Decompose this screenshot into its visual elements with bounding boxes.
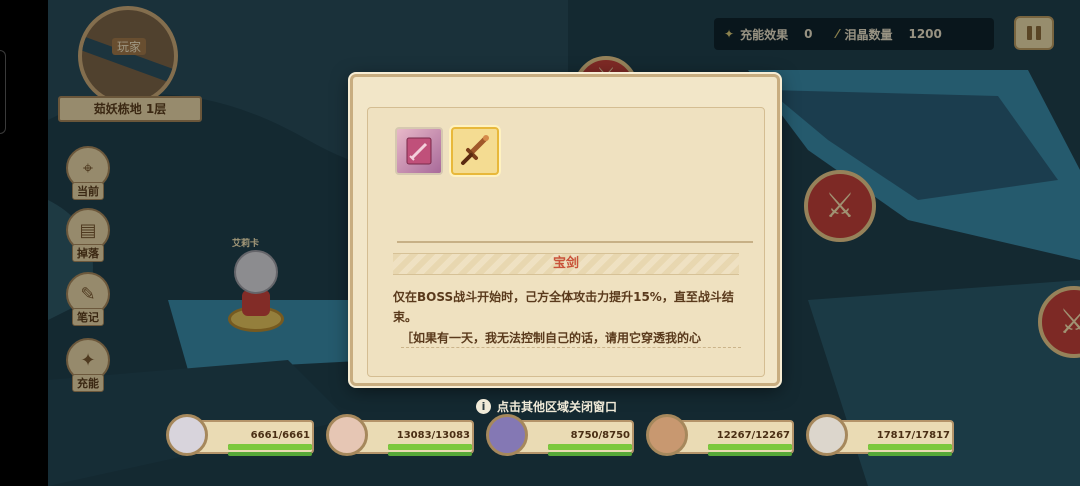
party-member-avatar (806, 414, 848, 456)
party-member-avatar (166, 414, 208, 456)
dialog-divider (397, 241, 753, 243)
party-member-hp: 8750/8750 (570, 430, 630, 441)
energy-bar-fill (708, 452, 792, 456)
item-flavor-text: ［如果有一天，我无法控制自己的话，请用它穿透我的心 (401, 329, 741, 348)
game-view: ⚔ ⚔ ⚔ 艾莉卡 玩家 茹妖栋地 1层 ⌖ 当前 ▤ 掉落 ✎ 笔记 ✦ 充能 (48, 0, 1080, 486)
party-member-hp: 6661/6661 (250, 430, 310, 441)
info-icon: i (476, 398, 491, 414)
screen-edge (0, 0, 48, 486)
party-member[interactable]: 12267/12267 (646, 414, 796, 458)
hp-bar-fill (548, 444, 632, 450)
close-hint-text: 点击其他区域关闭窗口 (497, 399, 618, 414)
hp-bar-fill (708, 444, 792, 450)
spellbook-icon (406, 137, 432, 165)
item-title: 宝剑 (393, 253, 739, 275)
energy-bar-fill (868, 452, 952, 456)
hp-bar-fill (388, 444, 472, 450)
energy-bar-fill (548, 452, 632, 456)
party-member-hp: 12267/12267 (716, 430, 790, 441)
energy-bar (868, 452, 952, 456)
party-member[interactable]: 6661/6661 (166, 414, 316, 458)
sword-item-slot[interactable] (451, 127, 499, 175)
energy-bar (708, 452, 792, 456)
energy-bar (388, 452, 472, 456)
hp-bar-fill (228, 444, 312, 450)
hp-bar (388, 444, 472, 450)
hp-bar (868, 444, 952, 450)
book-item-slot[interactable] (395, 127, 443, 175)
hp-bar-fill (868, 444, 952, 450)
party-member-avatar (486, 414, 528, 456)
party-member[interactable]: 13083/13083 (326, 414, 476, 458)
notch (0, 50, 6, 134)
party-member-avatar (646, 414, 688, 456)
party-member-hp: 13083/13083 (396, 430, 470, 441)
party-member-hp: 17817/17817 (876, 430, 950, 441)
party-member[interactable]: 17817/17817 (806, 414, 956, 458)
energy-bar-fill (228, 452, 312, 456)
close-hint: i 点击其他区域关闭窗口 (476, 396, 617, 416)
item-detail-dialog: 宝剑 仅在BOSS战斗开始时，己方全体攻击力提升15%，直至战斗结束。 ［如果有… (350, 74, 780, 386)
energy-bar (548, 452, 632, 456)
energy-bar-fill (388, 452, 472, 456)
hp-bar (228, 444, 312, 450)
party-member-avatar (326, 414, 368, 456)
party-member[interactable]: 8750/8750 (486, 414, 636, 458)
item-description: 仅在BOSS战斗开始时，己方全体攻击力提升15%，直至战斗结束。 (393, 290, 734, 324)
hp-bar (548, 444, 632, 450)
energy-bar (228, 452, 312, 456)
hp-bar (708, 444, 792, 450)
sword-icon (461, 135, 489, 165)
